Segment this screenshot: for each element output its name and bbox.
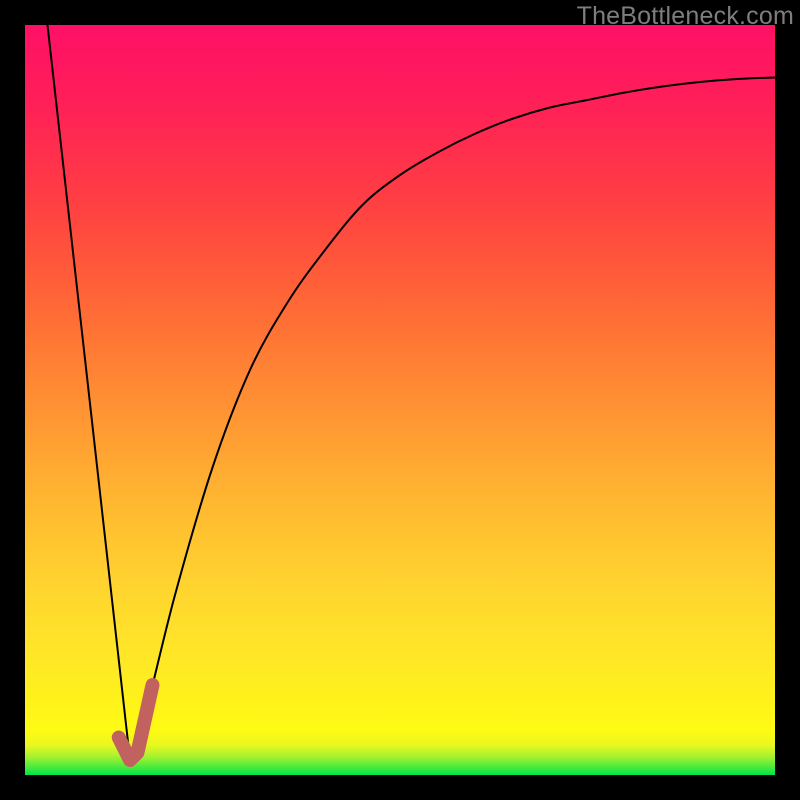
- chart-frame: TheBottleneck.com: [0, 0, 800, 800]
- black-curve: [48, 25, 776, 760]
- chart-overlay: [25, 25, 775, 775]
- watermark-text: TheBottleneck.com: [577, 2, 794, 31]
